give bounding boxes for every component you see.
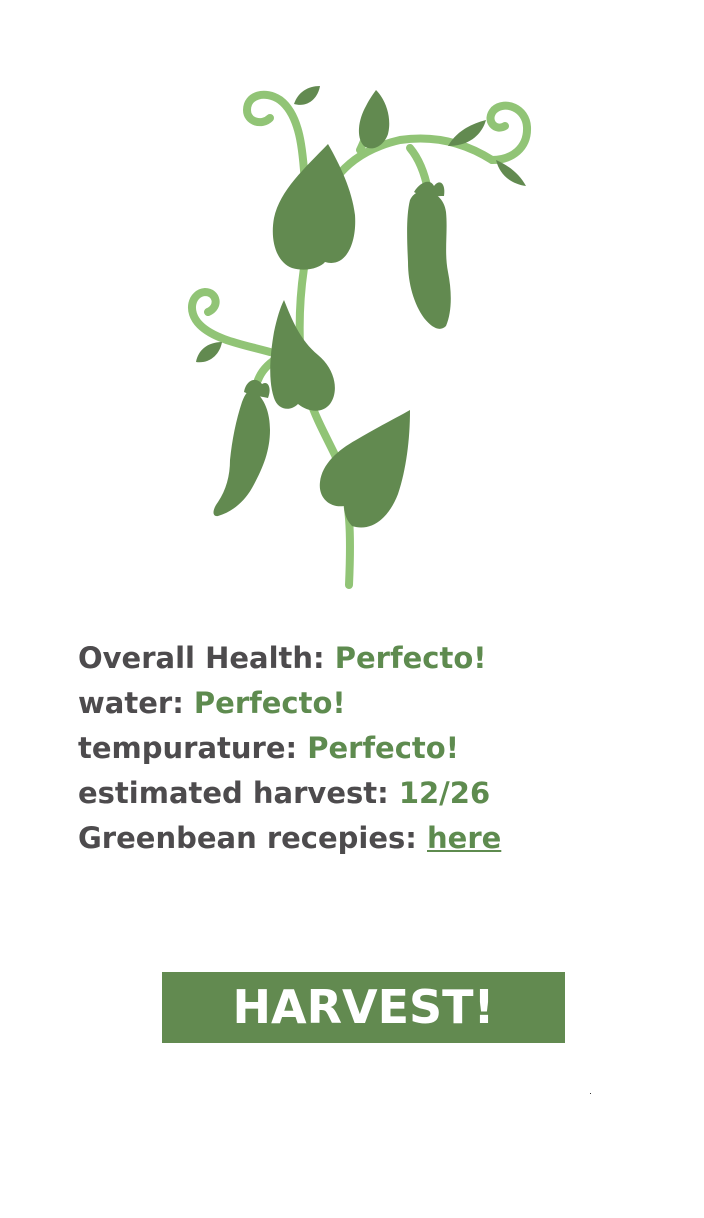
- stat-estimated-harvest: estimated harvest: 12/26: [78, 771, 678, 816]
- stat-estimated-harvest-value: 12/26: [398, 776, 491, 810]
- plant-leaf-upper-heart: [272, 144, 356, 270]
- plant-leaf-left-small: [196, 342, 222, 363]
- plant-leaf-far-right: [496, 160, 526, 186]
- plant-stats: Overall Health: Perfecto! water: Perfect…: [78, 636, 678, 861]
- recipes-link[interactable]: here: [427, 821, 501, 855]
- plant-pod-cap-right: [414, 181, 445, 197]
- stat-temperature: tempurature: Perfecto!: [78, 726, 678, 771]
- stat-temperature-value: Perfecto!: [307, 731, 459, 765]
- stat-water-value: Perfecto!: [193, 686, 346, 720]
- stray-dot: [590, 1093, 591, 1094]
- plant-tendril-top-left: [242, 90, 309, 189]
- plant-leaf-bottom-heart: [319, 410, 410, 528]
- stat-recipes-label: Greenbean recepies:: [78, 821, 417, 855]
- plant-illustration: [188, 86, 531, 589]
- stat-recipes: Greenbean recepies: here: [78, 816, 678, 861]
- plant-tendril-left: [188, 287, 274, 356]
- harvest-button[interactable]: HARVEST!: [162, 972, 565, 1043]
- stat-temperature-label: tempurature:: [78, 731, 298, 765]
- stat-overall-health: Overall Health: Perfecto!: [78, 636, 678, 681]
- plant-leaf-tiny-top: [294, 86, 320, 105]
- stat-water: water: Perfecto!: [78, 681, 678, 726]
- stat-overall-health-value: Perfecto!: [334, 641, 487, 675]
- plant-leaf-top-small: [358, 90, 390, 149]
- stat-overall-health-label: Overall Health:: [78, 641, 325, 675]
- stat-estimated-harvest-label: estimated harvest:: [78, 776, 389, 810]
- plant-tendril-top-right: [486, 101, 531, 164]
- plant-pod-right: [407, 190, 451, 329]
- stat-water-label: water:: [78, 686, 184, 720]
- plant-leaf-right-small: [448, 120, 486, 146]
- plant-pod-left: [213, 390, 270, 517]
